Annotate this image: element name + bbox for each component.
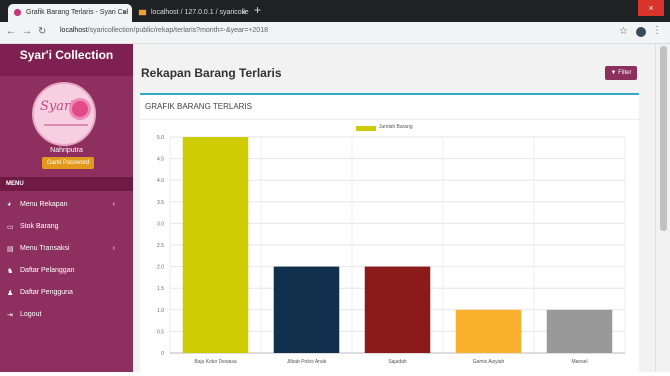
main-content: Rekapan Barang Terlaris ▼ Filter GRAFIK … [133, 44, 655, 372]
bar [364, 266, 431, 353]
chevron-left-icon: ‹ [112, 201, 115, 208]
extension-icon[interactable] [636, 27, 646, 37]
filter-label: Filter [618, 70, 632, 76]
address-bar: ← → ↻ localhost/syaricollection/public/r… [0, 22, 670, 44]
browser-tab-bar: Grafik Barang Terlaris - Syari Col × loc… [0, 0, 670, 22]
menu-header: MENU [0, 177, 133, 191]
y-tick-label: 4.0 [157, 178, 164, 184]
browser-menu-icon[interactable]: ⋮ [652, 25, 662, 36]
sidebar: Syar'i Collection Syar'i Nahriputra Gant… [0, 44, 133, 372]
x-tick-label: Sajadah [388, 359, 407, 365]
tab-close-icon[interactable]: × [122, 8, 127, 17]
sidebar-item-logout[interactable]: ⇥ Logout [0, 304, 133, 326]
filter-button[interactable]: ▼ Filter [605, 66, 637, 80]
window-close-icon[interactable]: × [638, 0, 664, 16]
y-tick-label: 2.0 [157, 265, 164, 271]
x-tick-label: Baju Koko Dewasa [194, 359, 236, 365]
page-title: Rekapan Barang Terlaris [141, 66, 282, 80]
sidebar-item-label: Logout [20, 311, 42, 318]
users-icon: ♞ [7, 268, 14, 275]
reload-icon[interactable]: ↻ [38, 26, 46, 37]
browser-tab-inactive[interactable]: localhost / 127.0.0.1 / syaricolle × [133, 4, 251, 22]
sidebar-item-label: Daftar Pelanggan [20, 267, 75, 274]
scrollbar-thumb[interactable] [660, 46, 667, 231]
sidebar-item-label: Stok Barang [20, 223, 59, 230]
document-icon: ▤ [7, 246, 14, 253]
y-tick-label: 3.0 [157, 221, 164, 227]
logo-underline [44, 124, 88, 126]
chart-box: GRAFIK BARANG TERLARIS Jumlah Barang 5.0… [140, 93, 639, 372]
sidebar-item-daftar-pengguna[interactable]: ♟ Daftar Pengguna [0, 282, 133, 304]
bar [182, 137, 249, 353]
tab-title: localhost / 127.0.0.1 / syaricolle [151, 9, 249, 16]
sidebar-item-daftar-pelanggan[interactable]: ♞ Daftar Pelanggan [0, 260, 133, 282]
browser-tab-active[interactable]: Grafik Barang Terlaris - Syari Col × [8, 4, 132, 22]
y-tick-label: 3.5 [157, 200, 164, 206]
x-tick-label: Mansel [571, 359, 587, 365]
y-tick-label: 0 [161, 351, 164, 357]
phpmyadmin-icon [138, 9, 147, 16]
legend-swatch[interactable] [356, 126, 376, 131]
forward-icon[interactable]: → [22, 26, 32, 37]
sidebar-menu: ◕ Menu Rekapan ‹ ▭ Stok Barang ▤ Menu Tr… [0, 194, 133, 326]
sidebar-item-label: Menu Rekapan [20, 201, 68, 208]
y-tick-label: 5.0 [157, 135, 164, 141]
y-tick-label: 1.0 [157, 308, 164, 314]
user-name: Nahriputra [50, 147, 83, 154]
legend-label: Jumlah Barang [379, 124, 413, 130]
sidebar-item-menu-rekapan[interactable]: ◕ Menu Rekapan ‹ [0, 194, 133, 216]
sidebar-item-label: Daftar Pengguna [20, 289, 73, 296]
x-tick-label: Gamis Aisyiah [473, 359, 505, 365]
y-tick-label: 0.5 [157, 329, 164, 335]
bookmark-star-icon[interactable]: ☆ [619, 26, 628, 37]
bar [546, 309, 613, 353]
brand-logo: Syar'i [32, 82, 96, 146]
filter-icon: ▼ [610, 70, 617, 76]
sidebar-item-stok-barang[interactable]: ▭ Stok Barang [0, 216, 133, 238]
bar-chart: 5.0 4.5 4.0 3.5 3.0 2.5 2.0 1.5 1.0 0.5 0 Baju Koko… [157, 135, 626, 365]
url-field[interactable]: localhost/syaricollection/public/rekap/t… [60, 27, 268, 34]
back-icon[interactable]: ← [6, 26, 16, 37]
box-divider [140, 119, 639, 120]
tab-title: Grafik Barang Terlaris - Syari Col [26, 9, 129, 16]
new-tab-icon[interactable]: + [254, 3, 261, 17]
user-icon: ♟ [7, 290, 14, 297]
y-tick-label: 1.5 [157, 286, 164, 292]
chart-area: Jumlah Barang 5.0 4.5 4.0 3.5 3.0 2.5 2.0 1.5 1.… [140, 123, 639, 376]
change-password-button[interactable]: Ganti Password [42, 157, 94, 169]
tab-close-icon[interactable]: × [241, 8, 246, 17]
pie-chart-icon: ◕ [7, 201, 12, 208]
box-icon: ▭ [7, 224, 14, 231]
x-tick-label: Jilbab Polos Anak [287, 359, 327, 365]
y-tick-label: 2.5 [157, 243, 164, 249]
chart-box-title: GRAFIK BARANG TERLARIS [145, 102, 252, 111]
flower-icon [72, 101, 88, 117]
bar [273, 266, 340, 353]
sidebar-item-label: Menu Transaksi [20, 245, 70, 252]
y-tick-label: 4.5 [157, 157, 164, 163]
logout-icon: ⇥ [7, 312, 13, 319]
bar [455, 309, 522, 353]
favicon-icon [13, 8, 22, 17]
page-scrollbar[interactable] [655, 44, 670, 372]
brand-title[interactable]: Syar'i Collection [0, 44, 133, 76]
sidebar-item-menu-transaksi[interactable]: ▤ Menu Transaksi ‹ [0, 238, 133, 260]
chevron-left-icon: ‹ [112, 245, 115, 252]
